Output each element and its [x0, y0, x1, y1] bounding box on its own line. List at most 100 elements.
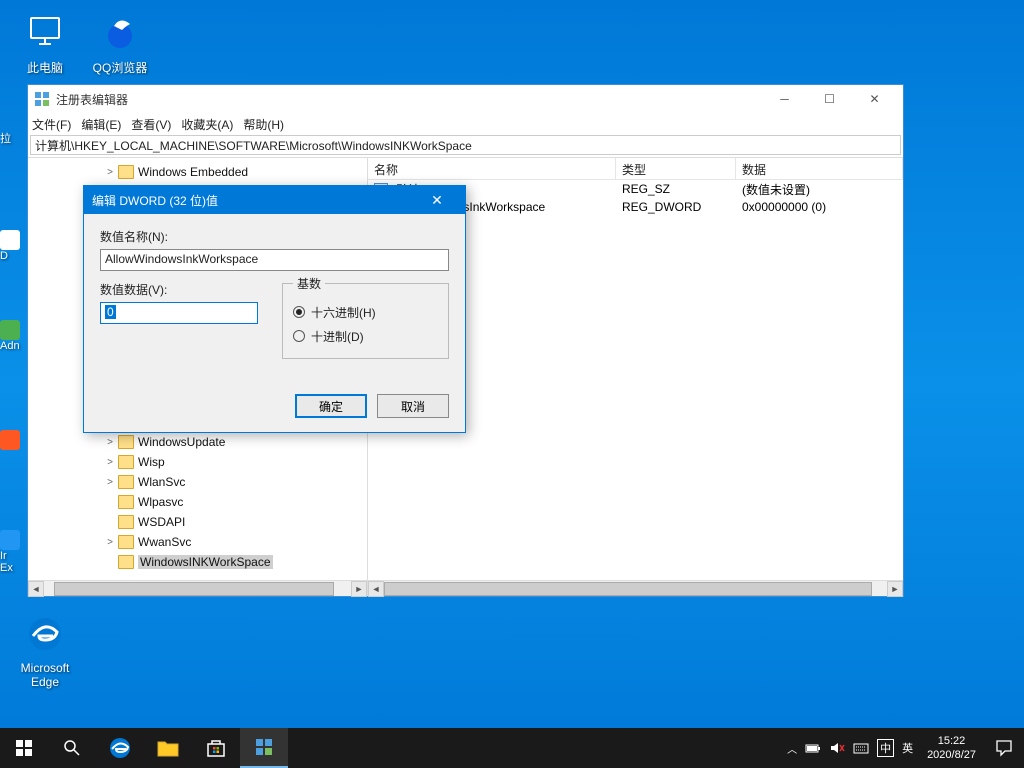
desktop-icon-label: Microsoft Edge	[10, 661, 80, 689]
edge-icon	[108, 736, 132, 760]
tree-item[interactable]: > WlanSvc	[28, 472, 367, 492]
scroll-right-icon[interactable]: ►	[351, 581, 367, 597]
scroll-left-icon[interactable]: ◄	[368, 581, 384, 597]
menu-file[interactable]: 文件(F)	[32, 116, 71, 133]
cell-type: REG_SZ	[616, 182, 736, 196]
expand-icon[interactable]: >	[104, 456, 116, 468]
action-center-button[interactable]	[984, 728, 1024, 768]
expand-icon[interactable]: >	[104, 166, 116, 178]
battery-icon[interactable]	[805, 740, 821, 756]
tree-item[interactable]: > Wisp	[28, 452, 367, 472]
tree-item[interactable]: > WwanSvc	[28, 532, 367, 552]
desktop-icon-this-pc[interactable]: 此电脑	[10, 12, 80, 76]
keyboard-icon[interactable]	[853, 740, 869, 756]
menu-help[interactable]: 帮助(H)	[243, 116, 284, 133]
regedit-icon	[255, 738, 273, 756]
tree-label: Wisp	[138, 455, 165, 469]
edit-dword-dialog: 编辑 DWORD (32 位)值 ✕ 数值名称(N): AllowWindows…	[83, 185, 466, 433]
cancel-button[interactable]: 取消	[377, 394, 449, 418]
ok-button[interactable]: 确定	[295, 394, 367, 418]
dialog-title: 编辑 DWORD (32 位)值	[92, 192, 218, 209]
search-button[interactable]	[48, 728, 96, 768]
folder-icon	[118, 515, 134, 529]
ime-indicator2[interactable]: 英	[902, 740, 913, 756]
col-data[interactable]: 数据	[736, 158, 903, 179]
taskbar-edge[interactable]	[96, 728, 144, 768]
tree-label: WindowsINKWorkSpace	[138, 555, 273, 569]
expand-icon[interactable]	[104, 556, 116, 568]
folder-icon	[118, 495, 134, 509]
desktop-icon-edge[interactable]: Microsoft Edge	[10, 614, 80, 689]
folder-icon	[118, 475, 134, 489]
partial-icon	[0, 430, 28, 450]
value-name-label: 数值名称(N):	[100, 228, 449, 245]
list-header: 名称 类型 数据	[368, 158, 903, 180]
folder-icon	[118, 165, 134, 179]
list-hscroll[interactable]: ◄ ►	[368, 580, 903, 596]
menu-edit[interactable]: 编辑(E)	[81, 116, 121, 133]
col-name[interactable]: 名称	[368, 158, 616, 179]
partial-icon: Ir Ex	[0, 530, 28, 574]
close-button[interactable]: ✕	[852, 85, 897, 113]
tree-item[interactable]: WindowsINKWorkSpace	[28, 552, 367, 572]
address-bar[interactable]: 计算机\HKEY_LOCAL_MACHINE\SOFTWARE\Microsof…	[30, 135, 901, 155]
tree-label: Wlpasvc	[138, 495, 183, 509]
scroll-left-icon[interactable]: ◄	[28, 581, 44, 597]
expand-icon[interactable]	[104, 496, 116, 508]
tree-item[interactable]: >Windows Embedded	[28, 162, 367, 182]
tree-item[interactable]: WSDAPI	[28, 512, 367, 532]
value-name-input[interactable]: AllowWindowsInkWorkspace	[100, 249, 449, 271]
tree-hscroll[interactable]: ◄ ►	[28, 580, 367, 596]
tray-expand-icon[interactable]: ︿	[787, 741, 797, 756]
dialog-titlebar[interactable]: 编辑 DWORD (32 位)值 ✕	[84, 186, 465, 214]
windows-icon	[16, 740, 32, 756]
tree-label: WwanSvc	[138, 535, 191, 549]
base-legend: 基数	[293, 275, 325, 292]
maximize-button[interactable]: ☐	[807, 85, 852, 113]
tree-item[interactable]: >WindowsUpdate	[28, 432, 367, 452]
radio-dec[interactable]: 十进制(D)	[293, 324, 438, 348]
menu-view[interactable]: 查看(V)	[131, 116, 171, 133]
radio-icon	[293, 330, 305, 342]
menu-favorites[interactable]: 收藏夹(A)	[181, 116, 233, 133]
value-data-label: 数值数据(V):	[100, 281, 258, 298]
volume-muted-icon[interactable]	[829, 740, 845, 756]
qq-browser-icon	[100, 12, 140, 52]
partial-icon: D	[0, 230, 28, 262]
minimize-button[interactable]: ─	[762, 85, 807, 113]
scroll-right-icon[interactable]: ►	[887, 581, 903, 597]
ime-indicator[interactable]: 中	[877, 739, 894, 757]
folder-icon	[118, 435, 134, 449]
cell-data: (数值未设置)	[736, 181, 903, 198]
tree-label: WSDAPI	[138, 515, 185, 529]
folder-icon	[118, 455, 134, 469]
taskbar-store[interactable]	[192, 728, 240, 768]
value-data-input[interactable]: 0	[100, 302, 258, 324]
radio-icon	[293, 306, 305, 318]
titlebar[interactable]: 注册表编辑器 ─ ☐ ✕	[28, 85, 903, 113]
desktop-icon-label: 此电脑	[10, 59, 80, 76]
expand-icon[interactable]: >	[104, 476, 116, 488]
time: 15:22	[927, 734, 976, 748]
col-type[interactable]: 类型	[616, 158, 736, 179]
clock[interactable]: 15:22 2020/8/27	[919, 734, 984, 762]
folder-icon	[118, 535, 134, 549]
dialog-close-button[interactable]: ✕	[417, 186, 457, 214]
taskbar-regedit[interactable]	[240, 728, 288, 768]
desktop-icon-qq-browser[interactable]: QQ浏览器	[85, 12, 155, 76]
taskbar-explorer[interactable]	[144, 728, 192, 768]
expand-icon[interactable]: >	[104, 436, 116, 448]
radio-hex[interactable]: 十六进制(H)	[293, 300, 438, 324]
tree-label: WlanSvc	[138, 475, 185, 489]
desktop-icon-label: QQ浏览器	[85, 59, 155, 76]
expand-icon[interactable]	[104, 516, 116, 528]
menubar: 文件(F) 编辑(E) 查看(V) 收藏夹(A) 帮助(H)	[28, 113, 903, 135]
tree-item[interactable]: Wlpasvc	[28, 492, 367, 512]
regedit-icon	[34, 91, 50, 107]
partial-icon: 拉	[0, 130, 28, 146]
start-button[interactable]	[0, 728, 48, 768]
folder-icon	[118, 555, 134, 569]
search-icon	[63, 739, 81, 757]
expand-icon[interactable]: >	[104, 536, 116, 548]
window-title: 注册表编辑器	[56, 91, 128, 108]
